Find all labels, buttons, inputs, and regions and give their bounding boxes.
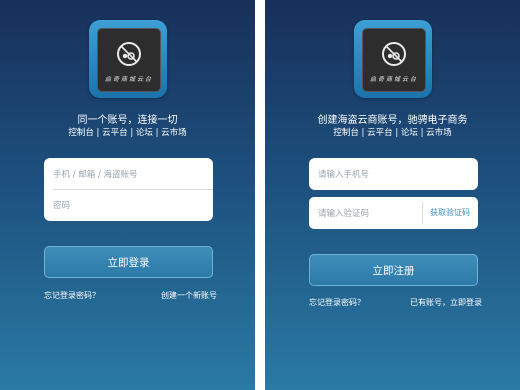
login-button[interactable]: 立即登录 bbox=[44, 246, 213, 278]
phone-box bbox=[309, 158, 478, 190]
tagline: 创建海盗云商账号，驰骋电子商务 bbox=[317, 115, 468, 126]
create-account-link[interactable]: 创建一个新账号 bbox=[161, 290, 217, 301]
verification-code-input[interactable] bbox=[318, 205, 414, 222]
login-form bbox=[44, 158, 213, 221]
logo-inner: 启奇商城云台 bbox=[97, 28, 161, 92]
password-row bbox=[44, 190, 213, 221]
register-screen: 启奇商城云台 创建海盗云商账号，驰骋电子商务 控制台 | 云平台 | 论坛 | … bbox=[265, 0, 520, 390]
password-input[interactable] bbox=[53, 197, 205, 214]
logo-inner: 启奇商城云台 bbox=[362, 28, 426, 92]
logo-glyph-icon bbox=[117, 42, 141, 66]
app-logo-icon: 启奇商城云台 bbox=[354, 20, 432, 98]
phone-input[interactable] bbox=[318, 166, 470, 183]
code-box bbox=[309, 197, 422, 229]
tagline: 同一个账号，连接一切 bbox=[77, 115, 178, 126]
get-code-label: 获取验证码 bbox=[430, 208, 470, 217]
phone-row bbox=[309, 159, 478, 190]
nav-links[interactable]: 控制台 | 云平台 | 论坛 | 云市场 bbox=[265, 126, 520, 138]
app-logo-icon: 启奇商城云台 bbox=[89, 20, 167, 98]
logo-glyph-icon bbox=[382, 42, 406, 66]
have-account-login-link[interactable]: 已有账号，立即登录 bbox=[410, 297, 482, 308]
code-row bbox=[309, 198, 422, 229]
logo-text: 启奇商城云台 bbox=[369, 76, 418, 83]
code-separator bbox=[422, 202, 423, 224]
register-button[interactable]: 立即注册 bbox=[309, 254, 478, 286]
login-screen: 启奇商城云台 同一个账号，连接一切 控制台 | 云平台 | 论坛 | 云市场 立… bbox=[0, 0, 255, 390]
username-input[interactable] bbox=[53, 166, 205, 183]
username-row bbox=[44, 159, 213, 190]
logo-text: 启奇商城云台 bbox=[104, 76, 153, 83]
nav-links[interactable]: 控制台 | 云平台 | 论坛 | 云市场 bbox=[0, 126, 255, 138]
forgot-password-link[interactable]: 忘记登录密码？ bbox=[44, 290, 100, 301]
get-code-button[interactable]: 获取验证码 bbox=[422, 197, 478, 229]
forgot-password-link[interactable]: 忘记登录密码？ bbox=[309, 297, 365, 308]
